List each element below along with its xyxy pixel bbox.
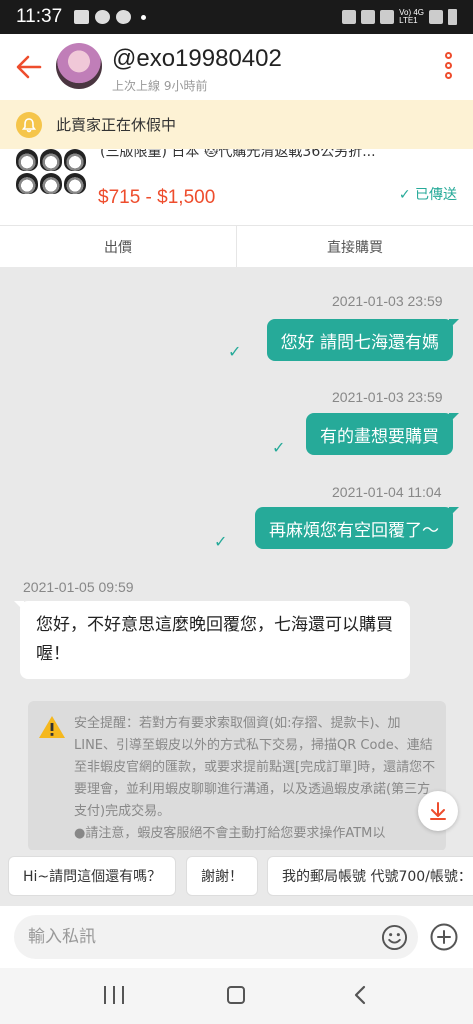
safety-warning: 安全提醒：若對方有要求索取個資(如:存摺、提款卡)、加LINE、引導至蝦皮以外的… xyxy=(74,716,436,819)
vacation-text: 此賣家正在休假中 xyxy=(56,116,177,134)
bell-icon xyxy=(16,111,42,138)
safety-note: ●請注意，蝦皮客服絕不會主動打給您要求操作ATM以 xyxy=(74,826,386,841)
make-offer-button[interactable]: 出價 xyxy=(0,226,236,267)
status-bar: 11:37 Vo) 4G LTE1 xyxy=(0,0,473,34)
alarm-icon xyxy=(342,10,357,24)
sent-check-icon: ✓ xyxy=(228,342,242,361)
gallery-notification-icon xyxy=(74,10,90,24)
message-timestamp: 2021-01-04 11:04 xyxy=(332,484,442,500)
buy-now-button[interactable]: 直接購買 xyxy=(236,226,473,267)
chat-username[interactable]: @exo19980402 xyxy=(112,45,282,73)
network-type: Vo) 4G LTE1 xyxy=(399,8,424,25)
safety-text: 安全提醒：若對方有要求索取個資(如:存摺、提款卡)、加LINE、引導至蝦皮以外的… xyxy=(74,713,436,845)
message-outgoing[interactable]: 再麻煩您有空回覆了～ xyxy=(255,507,459,549)
sent-check-icon: ✓ xyxy=(214,532,228,551)
status-icons: Vo) 4G LTE1 xyxy=(342,9,457,25)
message-outgoing[interactable]: 有的畫想要購買 xyxy=(306,413,459,455)
message-input[interactable] xyxy=(28,927,368,947)
warning-icon xyxy=(39,716,65,738)
sent-check-icon: ✓ xyxy=(272,438,286,457)
quick-reply-chip[interactable]: Hi~請問這個還有嗎？ xyxy=(8,856,177,896)
add-attachment-icon[interactable] xyxy=(430,923,458,951)
more-options-icon[interactable] xyxy=(445,52,453,82)
mute-icon xyxy=(380,10,395,24)
signal-icon xyxy=(429,10,443,24)
vacation-banner: 此賣家正在休假中 xyxy=(0,100,473,149)
message-input-container[interactable] xyxy=(14,915,418,959)
arrow-down-icon xyxy=(430,802,446,820)
product-title: (三版限量) 日本 🐱代購光清返戰36公另折... xyxy=(100,149,376,160)
scroll-down-button[interactable] xyxy=(418,791,458,831)
battery-icon xyxy=(448,9,457,25)
last-seen: 上次上線 9小時前 xyxy=(112,79,208,93)
more-notifications-icon xyxy=(141,14,147,20)
message-timestamp: 2021-01-03 23:59 xyxy=(332,293,443,309)
system-back-icon[interactable] xyxy=(353,985,367,1005)
home-icon[interactable] xyxy=(227,986,245,1004)
message-outgoing[interactable]: 您好 請問七海還有媽 xyxy=(266,319,460,361)
spotify-notification-icon xyxy=(95,10,111,24)
status-time: 11:37 xyxy=(16,6,63,27)
system-navigation-bar xyxy=(0,968,473,1024)
message-timestamp: 2021-01-05 09:59 xyxy=(23,579,134,595)
emoji-icon[interactable] xyxy=(381,924,408,951)
message-timestamp: 2021-01-03 23:59 xyxy=(332,389,443,405)
product-actions: 出價 直接購買 xyxy=(0,225,473,267)
message-input-bar xyxy=(0,906,473,968)
quick-reply-chip[interactable]: 我的郵局帳號 代號700/帳號： xyxy=(267,856,473,896)
quick-reply-chip[interactable]: 謝謝！ xyxy=(186,856,258,896)
product-card[interactable]: (三版限量) 日本 🐱代購光清返戰36公另折... $715 - $1,500 … xyxy=(0,149,473,225)
back-arrow-icon[interactable] xyxy=(14,52,44,82)
message-incoming[interactable]: 您好，不好意思這麼晚回覆您，七海還可以購買喔！ xyxy=(14,601,410,679)
bluetooth-icon xyxy=(361,10,376,24)
recents-icon[interactable] xyxy=(104,986,124,1004)
download-notification-icon xyxy=(116,10,132,24)
safety-reminder: 安全提醒：若對方有要求索取個資(如:存摺、提款卡)、加LINE、引導至蝦皮以外的… xyxy=(28,701,446,851)
product-price: $715 - $1,500 xyxy=(98,187,216,208)
quick-replies: Hi~請問這個還有嗎？ 謝謝！ 我的郵局帳號 代號700/帳號： xyxy=(0,850,473,906)
avatar[interactable] xyxy=(56,43,102,89)
chat-header: @exo19980402 上次上線 9小時前 xyxy=(0,34,473,100)
chat-area[interactable]: 2021-01-03 23:59 ✓ 您好 請問七海還有媽 2021-01-03… xyxy=(0,267,473,851)
sent-status: ✓ 已傳送 xyxy=(398,187,457,203)
product-image[interactable] xyxy=(16,149,86,194)
